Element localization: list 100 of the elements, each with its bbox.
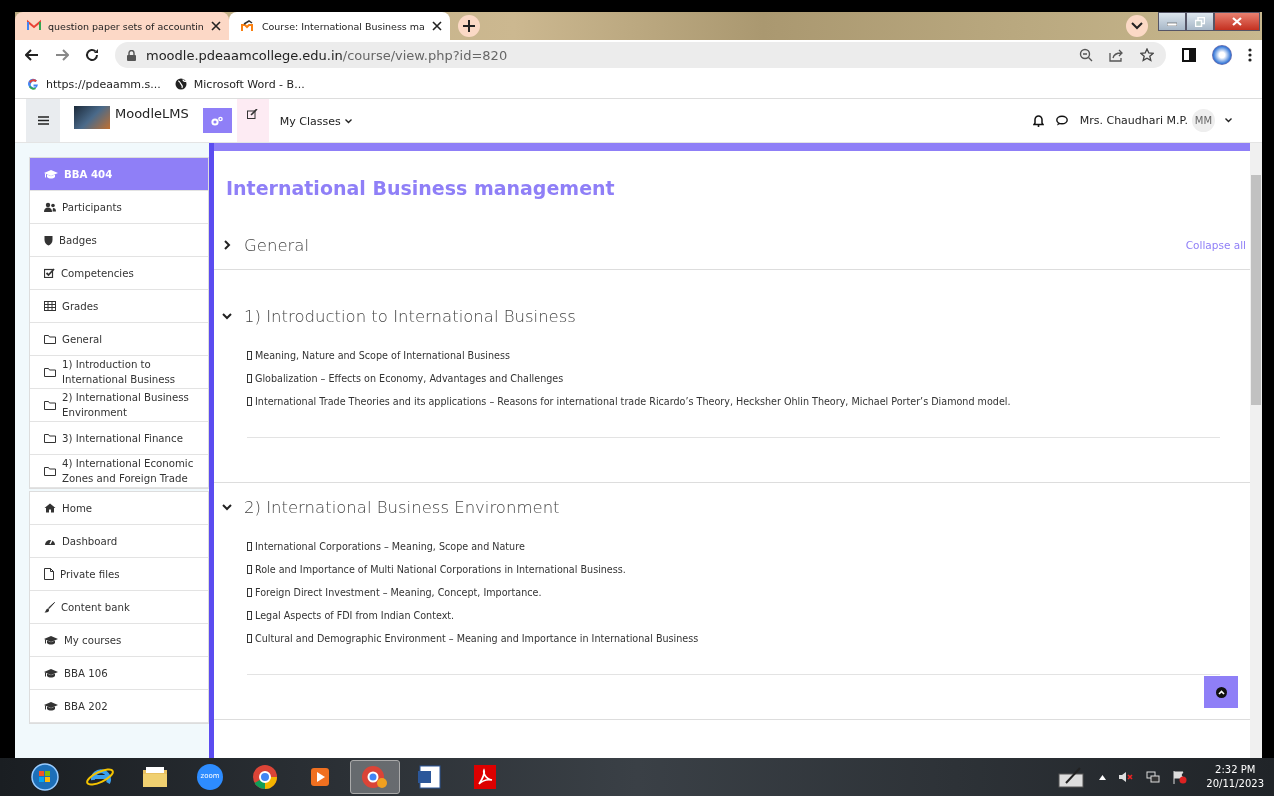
- bell-icon[interactable]: [1032, 114, 1044, 127]
- section-toggle[interactable]: [222, 311, 232, 321]
- shield-icon: [44, 234, 53, 246]
- reload-icon[interactable]: [85, 48, 99, 62]
- edit-mode-button[interactable]: [236, 99, 269, 142]
- user-menu[interactable]: Mrs. Chaudhari M.P. MM: [1079, 109, 1232, 132]
- topic-text: International Corporations – Meaning, Scope and Nature: [255, 541, 525, 552]
- tab-title: question paper sets of accountin: [48, 20, 204, 32]
- url-text: moodle.pdeaamcollege.edu.in/course/view.php?id=820: [146, 47, 508, 63]
- course-title: International Business management: [226, 177, 616, 199]
- sidebar-item[interactable]: Dashboard: [30, 525, 208, 558]
- bookmark-link[interactable]: https://pdeaamm.s...: [27, 77, 161, 91]
- sidebar-item[interactable]: Badges: [30, 224, 208, 257]
- folder-icon: [44, 367, 56, 377]
- missing-glyph-icon: [247, 351, 252, 360]
- section-title[interactable]: 2) International Business Environment: [244, 497, 560, 517]
- graduation-cap-icon: [44, 635, 58, 645]
- sidebar-item[interactable]: My courses: [30, 624, 208, 657]
- forward-arrow-icon[interactable]: [55, 49, 69, 61]
- caret-up-icon[interactable]: [1099, 774, 1107, 780]
- restore-button[interactable]: [1186, 12, 1214, 31]
- missing-glyph-icon: [247, 397, 252, 406]
- profile-avatar[interactable]: [1212, 45, 1232, 65]
- sidebar-item[interactable]: BBA 106: [30, 657, 208, 690]
- back-arrow-icon[interactable]: [25, 49, 39, 61]
- video-app-icon: [195, 762, 225, 792]
- home-icon: [44, 503, 56, 513]
- topic-text: Globalization – Effects on Economy, Advantages and Challenges: [255, 373, 564, 384]
- chevron-down-icon: [222, 311, 232, 321]
- speaker-muted-icon[interactable]: [1119, 771, 1134, 783]
- chevron-right-icon: [222, 240, 232, 250]
- sidebar-item[interactable]: Participants: [30, 191, 208, 224]
- network-icon[interactable]: [1146, 771, 1161, 783]
- side-panel-icon[interactable]: [1182, 48, 1196, 62]
- sidebar-item[interactable]: Competencies: [30, 257, 208, 290]
- user-name: Mrs. Chaudhari M.P.: [1079, 114, 1188, 127]
- edit-icon: [247, 109, 259, 119]
- missing-glyph-icon: [247, 588, 252, 597]
- topic-text: Role and Importance of Multi National Corporations in International Business.: [255, 564, 626, 575]
- chevron-down-icon: [1131, 22, 1143, 30]
- minimize-button[interactable]: [1158, 12, 1186, 31]
- tab-title: Course: International Business ma: [261, 20, 425, 32]
- address-bar[interactable]: moodle.pdeaamcollege.edu.in/course/view.php?id=820: [115, 42, 1166, 68]
- share-icon[interactable]: [1109, 48, 1124, 62]
- sidebar-item[interactable]: 2) International Business Environment: [30, 389, 208, 422]
- clock-date: 20/11/2023: [1206, 777, 1264, 791]
- zoom-out-icon[interactable]: [1079, 48, 1093, 62]
- caret-icon: [344, 119, 352, 124]
- settings-icon: [211, 115, 224, 126]
- section-toggle[interactable]: [222, 240, 232, 250]
- missing-glyph-icon: [247, 565, 252, 574]
- menu-toggle-button[interactable]: [26, 99, 60, 142]
- chat-icon[interactable]: [1055, 115, 1068, 126]
- user-avatar: MM: [1192, 109, 1215, 132]
- chrome-icon: [250, 762, 280, 792]
- tab-search-button[interactable]: [1126, 15, 1148, 37]
- my-classes-menu[interactable]: My Classes: [279, 113, 352, 128]
- brush-icon: [44, 601, 55, 613]
- close-window-button[interactable]: [1214, 12, 1260, 31]
- pen-tablet-icon[interactable]: [1058, 766, 1087, 788]
- site-logo-link[interactable]: MoodleLMS: [74, 105, 189, 136]
- topic-text: Legal Aspects of FDI from Indian Context.: [255, 610, 455, 621]
- browser-tab[interactable]: Course: International Business ma: [228, 12, 450, 40]
- sidebar-item[interactable]: BBA 202: [30, 690, 208, 723]
- sidebar-item[interactable]: 3) International Finance: [30, 422, 208, 455]
- bookmark-link[interactable]: Microsoft Word - B...: [174, 77, 305, 91]
- sidebar-item[interactable]: Content bank: [30, 591, 208, 624]
- chevron-up-icon: [1215, 686, 1227, 698]
- table-icon: [44, 301, 56, 311]
- close-icon[interactable]: [431, 21, 442, 31]
- sidebar-item[interactable]: Home: [30, 492, 208, 525]
- graduation-cap-icon: [44, 701, 58, 711]
- flag-icon[interactable]: [1173, 770, 1188, 784]
- hamburger-icon: [37, 116, 49, 125]
- logo-image: [74, 105, 110, 129]
- close-icon[interactable]: [210, 21, 221, 31]
- sidebar-item[interactable]: 4) International Economic Zones and Foreign Trade: [30, 455, 208, 488]
- section-toggle[interactable]: [222, 502, 232, 512]
- gmail-logo-icon: [27, 19, 41, 33]
- missing-glyph-icon: [247, 374, 252, 383]
- sidebar-item[interactable]: Grades: [30, 290, 208, 323]
- new-tab-button[interactable]: [457, 15, 480, 37]
- topic-text: Foreign Direct Investment – Meaning, Concept, Importance.: [255, 587, 542, 598]
- menu-icon[interactable]: [1248, 48, 1252, 62]
- scrollbar[interactable]: [1250, 143, 1262, 758]
- clock[interactable]: 2:32 PM 20/11/2023: [1206, 763, 1264, 791]
- settings-button[interactable]: [202, 108, 232, 133]
- back-to-top-button[interactable]: [1204, 676, 1238, 708]
- graduation-cap-icon: [44, 169, 58, 179]
- moodle-logo-icon: [240, 19, 255, 33]
- sidebar-item[interactable]: General: [30, 323, 208, 356]
- close-icon: [1232, 17, 1242, 26]
- section-title[interactable]: 1) Introduction to International Business: [244, 306, 576, 326]
- lock-icon: [127, 49, 136, 61]
- browser-tab[interactable]: question paper sets of accountin: [15, 12, 229, 40]
- sidebar-item[interactable]: Private files: [30, 558, 208, 591]
- folder-icon: [44, 466, 56, 476]
- section-title[interactable]: General: [244, 235, 310, 255]
- sidebar-item[interactable]: 1) Introduction to International Business: [30, 356, 208, 389]
- star-icon[interactable]: [1140, 48, 1154, 62]
